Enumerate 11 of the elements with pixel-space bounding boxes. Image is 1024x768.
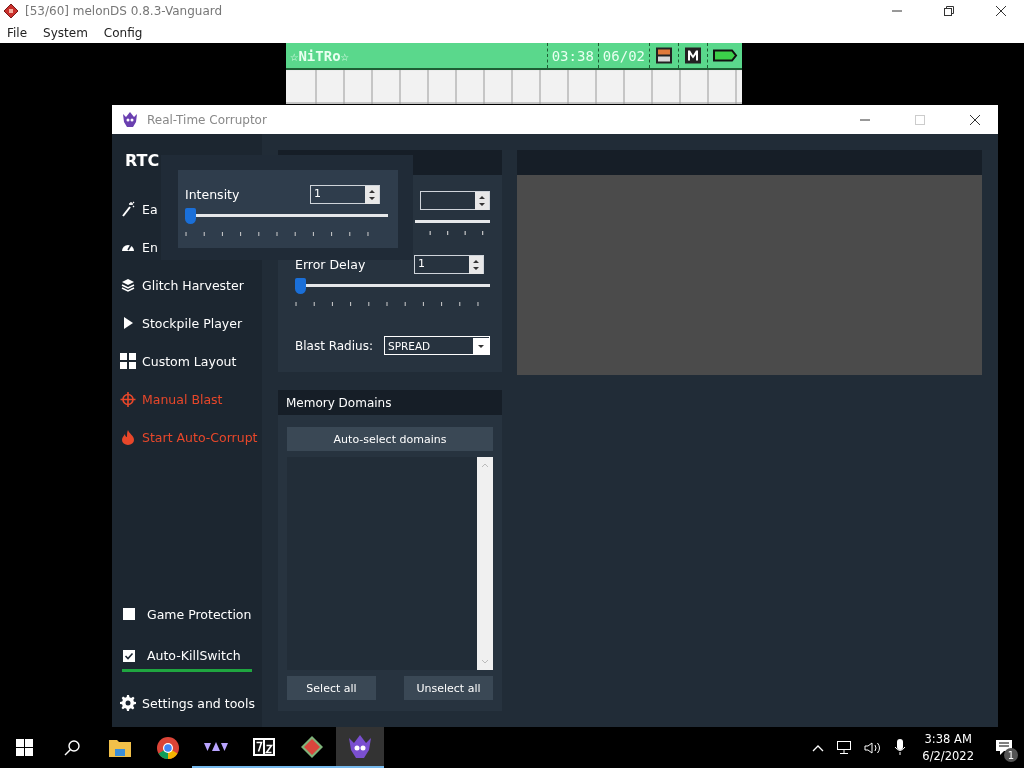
user-name: ☆NiTRo☆ <box>289 47 350 64</box>
window-title: [53/60] melonDS 0.8.3-Vanguard <box>25 4 224 18</box>
clock-text: 03:38 <box>546 43 598 68</box>
field-label: Intensity <box>185 187 240 202</box>
window-title: Real-Time Corruptor <box>146 112 268 127</box>
date-text: 06/02 <box>597 43 649 68</box>
notification-count: 1 <box>1004 748 1018 762</box>
app-name: RTC <box>125 151 160 170</box>
field-label: Error Delay <box>295 257 366 272</box>
panel-title: Memory Domains <box>286 395 392 410</box>
field-label: Blast Radius: <box>295 338 373 353</box>
